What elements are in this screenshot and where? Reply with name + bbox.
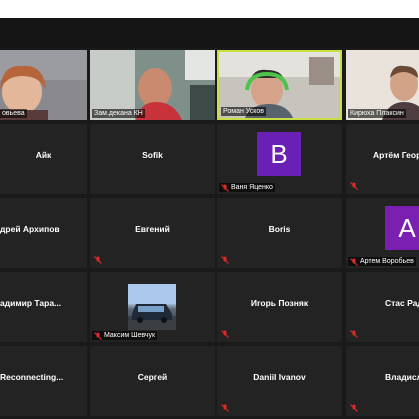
participant-tile[interactable]: Артём Георг xyxy=(346,124,419,194)
participant-tile[interactable]: Sofik xyxy=(90,124,215,194)
participant-name: Daniil Ivanov xyxy=(253,372,306,382)
participant-tile[interactable]: Reconnecting... xyxy=(0,346,87,416)
mic-muted-icon xyxy=(94,331,102,340)
participant-video-tile[interactable]: овьева xyxy=(0,50,87,120)
participant-name: Владисл xyxy=(385,372,419,382)
mic-muted-icon xyxy=(350,257,358,266)
participant-tile[interactable]: Сергей xyxy=(90,346,215,416)
participant-name-label: Ваня Яценко xyxy=(219,183,275,192)
participant-tile[interactable]: B Ваня Яценко xyxy=(217,124,342,194)
mic-muted-icon xyxy=(350,330,358,338)
participant-tile[interactable]: Daniil Ivanov xyxy=(217,346,342,416)
participant-tile[interactable]: дрей Архипов xyxy=(0,198,87,268)
participant-tile[interactable]: адимир Тара... xyxy=(0,272,87,342)
profile-avatar: A xyxy=(385,206,419,250)
mic-muted-icon xyxy=(221,330,229,338)
participant-name-label: Роман Усков xyxy=(221,107,267,116)
participant-video-tile[interactable]: Зам.декана КН xyxy=(90,50,215,120)
mic-muted-icon xyxy=(221,183,229,192)
participant-name: дрей Архипов xyxy=(0,224,60,234)
mic-muted-icon xyxy=(221,256,229,264)
participant-tile[interactable]: Boris xyxy=(217,198,342,268)
participant-name: Sofik xyxy=(142,150,163,160)
participant-name: Артём Георг xyxy=(373,150,419,160)
participant-tile[interactable]: A Артем Воробьев xyxy=(346,198,419,268)
mic-muted-icon xyxy=(350,182,358,190)
participant-name-label: овьева xyxy=(0,109,27,118)
participant-name: Айк xyxy=(35,150,52,160)
participant-name: Стас Рад xyxy=(385,298,419,308)
participant-name: Boris xyxy=(268,224,291,234)
active-speaker-video-tile[interactable]: Роман Усков xyxy=(217,50,342,120)
profile-photo xyxy=(128,284,176,330)
zoom-gallery-screen: овьева Зам.декана КН Роман Усков Кирюха … xyxy=(0,0,419,419)
participant-tile[interactable]: Максим Шевчук xyxy=(90,272,215,342)
participant-tile[interactable]: Айк xyxy=(0,124,87,194)
participant-name: адимир Тара... xyxy=(0,298,62,308)
top-toolbar-area xyxy=(0,18,419,48)
participant-name: Reconnecting... xyxy=(0,372,64,382)
car-photo xyxy=(128,284,176,330)
participant-tile[interactable]: Стас Рад xyxy=(346,272,419,342)
participant-tile[interactable]: Владисл xyxy=(346,346,419,416)
mic-muted-icon xyxy=(221,404,229,412)
participant-video-tile[interactable]: Кирюха Плаксин xyxy=(346,50,419,120)
participant-name: Игорь Позняк xyxy=(250,298,309,308)
mic-muted-icon xyxy=(350,404,358,412)
participant-name: Сергей xyxy=(137,372,168,382)
participant-tile[interactable]: Евгений xyxy=(90,198,215,268)
participant-tile[interactable]: Игорь Позняк xyxy=(217,272,342,342)
profile-avatar: B xyxy=(257,132,301,176)
participant-name-label: Зам.декана КН xyxy=(92,109,145,118)
participant-name: Евгений xyxy=(135,224,170,234)
participant-name-label: Артем Воробьев xyxy=(348,257,416,266)
top-bar xyxy=(0,0,419,18)
participant-name-label: Максим Шевчук xyxy=(92,331,158,340)
mic-muted-icon xyxy=(94,256,102,264)
participant-name-label: Кирюха Плаксин xyxy=(348,109,406,118)
